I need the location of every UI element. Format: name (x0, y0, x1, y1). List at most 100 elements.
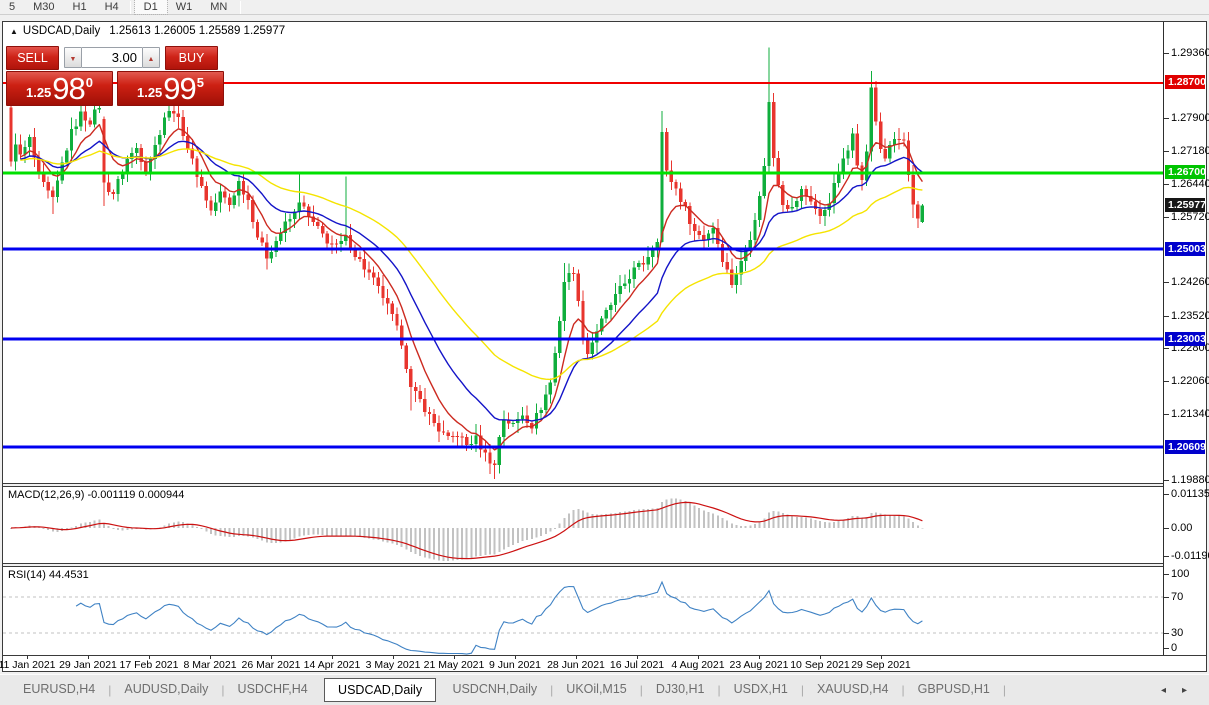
rsi-axis-tick: 100 (1171, 568, 1190, 580)
date-label: 16 Jul 2021 (609, 659, 665, 671)
chart-symbol-title: USDCAD,Daily (22, 25, 101, 37)
toolbar-separator (129, 0, 131, 14)
price-tick-mark (1164, 217, 1169, 218)
rsi-axis-tick-mark (1164, 597, 1169, 598)
collapse-icon[interactable]: ▲ (10, 27, 18, 36)
price-tick: 1.27180 (1171, 145, 1209, 157)
tab-usdcad-daily[interactable]: USDCAD,Daily (324, 678, 437, 702)
price-tick-mark (1164, 381, 1169, 382)
price-tick-mark (1164, 118, 1169, 119)
date-label: 9 Jun 2021 (489, 659, 541, 671)
tab-usdx-h1[interactable]: USDX,H1 (721, 679, 801, 701)
tab-ukoil-m15[interactable]: UKOil,M15 (553, 679, 639, 701)
tab-gbpusd-h1[interactable]: GBPUSD,H1 (905, 679, 1003, 701)
price-tick: 1.25720 (1171, 211, 1209, 223)
price-tick: 1.27900 (1171, 112, 1209, 124)
price-badge: 1.26700 (1165, 165, 1206, 179)
tab-separator: | (1002, 683, 1006, 697)
price-tick-mark (1164, 480, 1169, 481)
timeframe-button-d1[interactable]: D1 (133, 0, 168, 15)
timeframe-button-5[interactable]: 5 (0, 0, 24, 14)
tab-usdchf-h4[interactable]: USDCHF,H4 (225, 679, 321, 701)
macd-axis-tick: -0.011904 (1171, 550, 1209, 562)
buy-price-big: 99 (163, 71, 196, 106)
volume-decrease-button[interactable]: ▼ (64, 47, 82, 68)
price-tick: 1.22060 (1171, 375, 1209, 387)
rsi-axis-tick: 0 (1171, 642, 1178, 654)
rsi-axis-tick: 70 (1171, 591, 1184, 603)
price-tick-mark (1164, 151, 1169, 152)
timeframe-button-m30[interactable]: M30 (24, 0, 63, 14)
rsi-plot[interactable]: RSI(14) 44.4531 (3, 567, 1163, 655)
price-tick-mark (1164, 348, 1169, 349)
date-label: 29 Sep 2021 (851, 659, 911, 671)
macd-axis-tick: 0.01135 (1171, 488, 1209, 500)
macd-plot[interactable]: MACD(12,26,9) -0.001119 0.000944 (3, 487, 1163, 563)
price-tick: 1.24260 (1171, 276, 1209, 288)
price-tick-mark (1164, 53, 1169, 54)
buy-button[interactable]: BUY (165, 45, 218, 70)
up-arrow-icon: ▲ (147, 56, 155, 63)
date-axis: 11 Jan 2021 29 Jan 2021 17 Feb 2021 8 Mar 2… (0, 655, 1206, 671)
volume-increase-button[interactable]: ▲ (142, 47, 160, 68)
volume-input[interactable] (82, 47, 142, 68)
chart-tab-bar: EURUSD,H4 | AUDUSD,Daily | USDCHF,H4 USDCAD,… (0, 674, 1209, 705)
price-tick-mark (1164, 316, 1169, 317)
macd-axis-tick-mark (1164, 528, 1169, 529)
tab-scroll-right-icon[interactable]: ▸ (1182, 685, 1187, 696)
tab-audusd-daily[interactable]: AUDUSD,Daily (111, 679, 221, 701)
tab-usdcnh-daily[interactable]: USDCNH,Daily (439, 679, 550, 701)
date-label: 4 Aug 2021 (671, 659, 725, 671)
rsi-axis-tick-mark (1164, 648, 1169, 649)
tab-scroll-left-icon[interactable]: ◂ (1161, 685, 1166, 696)
sell-price-small: 1.25 (25, 85, 52, 100)
price-tick-mark (1164, 184, 1169, 185)
timeframe-button-h4[interactable]: H4 (96, 0, 128, 14)
macd-axis-tick-mark (1164, 494, 1169, 495)
date-label: 10 Sep 2021 (790, 659, 850, 671)
sell-price-sup: 0 (85, 75, 94, 90)
rsi-axis-tick: 30 (1171, 627, 1184, 639)
price-tick-mark (1164, 282, 1169, 283)
sell-price-display[interactable]: 1.25 98 0 (6, 71, 113, 106)
rsi-axis-tick-mark (1164, 633, 1169, 634)
macd-label: MACD(12,26,9) -0.001119 0.000944 (8, 489, 185, 501)
date-label: 28 Jun 2021 (547, 659, 605, 671)
sell-button[interactable]: SELL (6, 45, 59, 70)
tab-scroll-arrows: ◂ ▸ (1161, 685, 1209, 696)
buy-price-sup: 5 (196, 75, 205, 90)
chart-window: ▲ USDCAD,Daily 1.25613 1.26005 1.25589 1… (0, 21, 1209, 672)
rsi-label: RSI(14) 44.4531 (8, 569, 89, 581)
candlestick-plot[interactable] (3, 40, 1163, 483)
rsi-axis-tick-mark (1164, 574, 1169, 575)
buy-price-small: 1.25 (136, 85, 163, 100)
date-label: 17 Feb 2021 (119, 659, 179, 671)
timeframe-button-mn[interactable]: MN (201, 0, 236, 14)
price-tick: 1.26440 (1171, 178, 1209, 190)
buy-price-display[interactable]: 1.25 99 5 (117, 71, 224, 106)
price-axis: 1.29360 1.27900 1.27180 1.26440 1.25720 1.242… (1163, 22, 1209, 655)
price-badge: 1.28700 (1165, 75, 1206, 89)
price-tick: 1.21340 (1171, 408, 1209, 420)
price-tick: 1.29360 (1171, 47, 1209, 59)
sell-price-big: 98 (52, 71, 85, 106)
chart-ohlc-values: 1.25613 1.26005 1.25589 1.25977 (109, 25, 286, 37)
application-window: 5 M30 H1 H4 D1 W1 MN ▲ USDCAD,Daily 1.25613 1.… (0, 0, 1209, 705)
tab-xauusd-h4[interactable]: XAUUSD,H4 (804, 679, 902, 701)
timeframe-button-h1[interactable]: H1 (64, 0, 96, 14)
one-click-trade-panel: SELL ▼ ▲ BUY 1.25980 1.25995 (6, 45, 226, 106)
price-tick-mark (1164, 414, 1169, 415)
price-badge: 1.25977 (1165, 198, 1206, 212)
down-arrow-icon: ▼ (69, 56, 77, 63)
timeframe-button-w1[interactable]: W1 (167, 0, 202, 14)
price-badge: 1.20609 (1165, 440, 1206, 454)
date-label: 26 Mar 2021 (241, 659, 301, 671)
timeframe-toolbar: 5 M30 H1 H4 D1 W1 MN (0, 0, 1209, 15)
date-label: 3 May 2021 (365, 659, 421, 671)
tab-eurusd-h4[interactable]: EURUSD,H4 (10, 679, 108, 701)
price-badge: 1.23003 (1165, 332, 1206, 346)
tab-dj30-h1[interactable]: DJ30,H1 (643, 679, 718, 701)
macd-axis-tick-mark (1164, 556, 1169, 557)
date-label: 11 Jan 2021 (0, 659, 56, 671)
date-label: 23 Aug 2021 (729, 659, 789, 671)
